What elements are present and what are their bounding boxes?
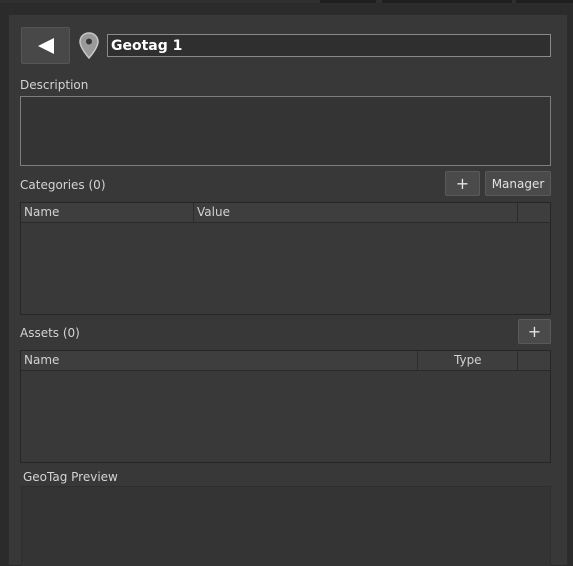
back-button[interactable] [21, 27, 70, 64]
top-tab-strip [0, 0, 573, 3]
categories-table-header: Name Value [21, 203, 550, 223]
back-arrow-icon [37, 37, 54, 54]
column-header-type[interactable]: Type [418, 351, 518, 370]
column-header-name[interactable]: Name [21, 203, 194, 222]
assets-table-header: Name Type [21, 351, 550, 371]
tab-strip-segment [320, 0, 376, 3]
description-textarea[interactable] [20, 96, 551, 166]
column-header-name[interactable]: Name [21, 351, 418, 370]
geotag-detail-panel: Description Categories (0) + Manager Nam… [8, 14, 568, 566]
add-asset-button[interactable]: + [518, 319, 551, 344]
add-category-button[interactable]: + [445, 171, 480, 196]
tab-strip-segment [516, 0, 573, 3]
assets-table[interactable]: Name Type [20, 350, 551, 463]
categories-manager-button[interactable]: Manager [485, 171, 551, 196]
geotag-name-input[interactable] [107, 34, 551, 57]
geotag-preview-area [21, 486, 551, 566]
description-label: Description [20, 78, 89, 92]
geotag-header [21, 27, 551, 65]
tab-strip-segment [382, 0, 512, 3]
column-header-value[interactable]: Value [194, 203, 518, 222]
categories-label: Categories (0) [20, 178, 106, 192]
column-header-spacer [518, 203, 552, 222]
column-header-spacer [518, 351, 552, 370]
geotag-preview-label: GeoTag Preview [23, 470, 118, 484]
categories-table[interactable]: Name Value [20, 202, 551, 315]
assets-label: Assets (0) [20, 326, 80, 340]
location-pin-icon [79, 32, 99, 60]
